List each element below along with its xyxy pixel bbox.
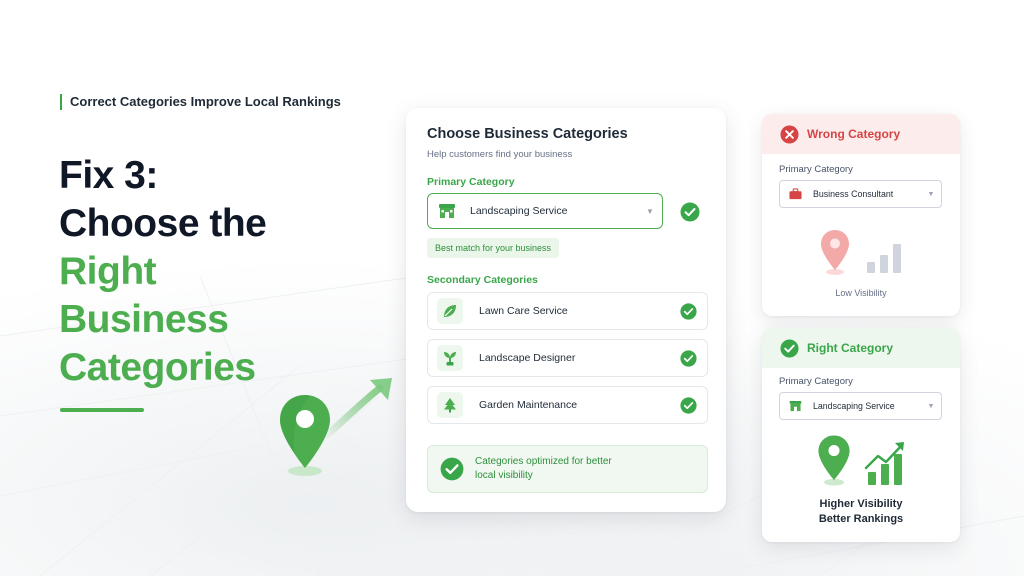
primary-category-label: Primary Category — [779, 376, 853, 387]
location-pin-icon — [280, 395, 330, 476]
hero-line: Choose the — [59, 202, 267, 245]
hero-headline: Fix 3: Choose the Right Business Categor… — [59, 152, 267, 392]
check-circle-icon — [680, 302, 697, 320]
wrong-category-header: Wrong Category — [762, 114, 960, 154]
tree-icon — [444, 398, 456, 413]
check-circle-icon — [440, 457, 464, 481]
chevron-down-icon[interactable]: ▼ — [921, 403, 941, 410]
wrong-category-card: Wrong Category Primary Category Business… — [762, 114, 960, 316]
secondary-category-item[interactable]: Garden Maintenance — [427, 386, 708, 424]
check-circle-icon — [780, 338, 799, 358]
check-circle-icon — [680, 349, 697, 367]
faded-location-pin-icon — [821, 230, 849, 275]
best-match-badge: Best match for your business — [427, 238, 560, 258]
chevron-down-icon[interactable]: ▼ — [921, 191, 941, 198]
secondary-category-item[interactable]: Lawn Care Service — [427, 292, 708, 330]
secondary-category-label: Landscape Designer — [479, 352, 576, 364]
check-circle-icon — [680, 202, 700, 222]
low-visibility-caption: Low Visibility — [835, 288, 887, 298]
primary-category-label: Primary Category — [779, 164, 853, 175]
storefront-icon — [789, 400, 802, 412]
card-subtitle: Help customers find your business — [427, 149, 573, 160]
card-title: Choose Business Categories — [427, 126, 628, 142]
hero-line-highlight: Categories — [59, 346, 256, 389]
wrong-category-title: Wrong Category — [807, 127, 901, 141]
secondary-category-label: Lawn Care Service — [479, 305, 568, 317]
caption-line: Better Rankings — [818, 513, 904, 525]
hero-line-highlight: Right — [59, 250, 157, 293]
higher-visibility-caption: Higher Visibility Better Rankings — [762, 497, 960, 527]
storefront-icon — [439, 204, 455, 218]
right-category-card: Right Category Primary Category Landscap… — [762, 328, 960, 542]
eyebrow-caption: Correct Categories Improve Local Ranking… — [60, 94, 341, 110]
wrong-category-value: Business Consultant — [813, 189, 894, 199]
chevron-down-icon[interactable]: ▼ — [638, 207, 662, 216]
category-selector-card: Choose Business Categories Help customer… — [406, 108, 726, 512]
primary-category-select[interactable]: Landscaping Service ▼ — [427, 193, 663, 229]
check-circle-icon — [680, 396, 697, 414]
leaf-icon — [444, 305, 456, 317]
optimized-status-text: Categories optimized for better local vi… — [475, 456, 612, 481]
hero-underline — [60, 408, 144, 412]
secondary-categories-label: Secondary Categories — [427, 274, 538, 286]
briefcase-icon — [789, 188, 802, 200]
primary-category-value: Landscaping Service — [470, 205, 568, 217]
right-category-title: Right Category — [807, 341, 894, 355]
secondary-category-label: Garden Maintenance — [479, 399, 578, 411]
caption-line: Higher Visibility — [819, 498, 903, 510]
sprout-icon — [444, 352, 456, 366]
primary-category-label: Primary Category — [427, 176, 515, 188]
low-signal-bars-icon — [867, 244, 901, 273]
right-category-header: Right Category — [762, 328, 960, 368]
error-x-icon — [780, 124, 799, 144]
right-category-select[interactable]: Landscaping Service ▼ — [779, 392, 942, 420]
right-category-value: Landscaping Service — [813, 401, 895, 411]
growth-chart-icon — [864, 442, 904, 485]
location-pin-icon — [818, 435, 850, 486]
hero-line-highlight: Business — [59, 298, 229, 341]
wrong-category-select[interactable]: Business Consultant ▼ — [779, 180, 942, 208]
secondary-category-item[interactable]: Landscape Designer — [427, 339, 708, 377]
hero-line: Fix 3: — [59, 154, 158, 197]
optimized-status-banner: Categories optimized for better local vi… — [427, 445, 708, 493]
